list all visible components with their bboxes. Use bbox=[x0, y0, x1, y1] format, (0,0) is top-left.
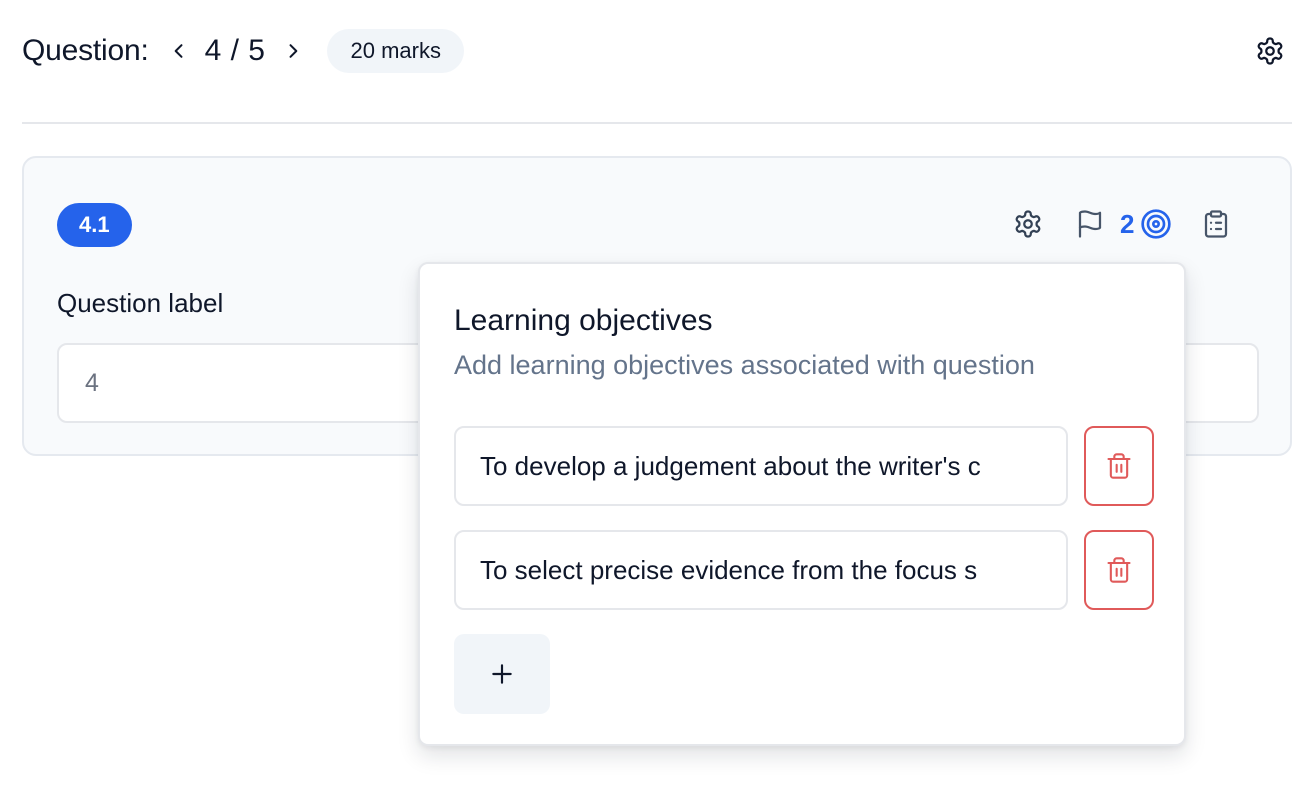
plus-icon bbox=[492, 664, 512, 684]
header-divider bbox=[22, 122, 1292, 124]
learning-objectives-toggle[interactable]: 2 bbox=[1120, 208, 1172, 240]
objective-row bbox=[454, 530, 1154, 610]
question-label-heading: Question label bbox=[57, 288, 224, 318]
learning-objectives-popover: Learning objectives Add learning objecti… bbox=[418, 262, 1186, 746]
objective-input[interactable] bbox=[454, 530, 1068, 610]
objectives-count: 2 bbox=[1120, 208, 1135, 239]
gear-icon bbox=[1257, 37, 1283, 65]
popover-subtitle: Add learning objectives associated with … bbox=[454, 350, 1035, 380]
trash-icon bbox=[1107, 557, 1131, 583]
chevron-left-icon bbox=[174, 44, 183, 58]
trash-icon bbox=[1107, 453, 1131, 479]
add-objective-button[interactable] bbox=[454, 634, 550, 714]
question-part-badge: 4.1 bbox=[57, 203, 132, 247]
delete-objective-button[interactable] bbox=[1084, 426, 1154, 506]
target-icon bbox=[1141, 209, 1172, 239]
objective-input[interactable] bbox=[454, 426, 1068, 506]
clipboard-list-icon bbox=[1205, 210, 1228, 238]
question-header: Question: 4 / 5 20 marks bbox=[22, 22, 1292, 80]
delete-objective-button[interactable] bbox=[1084, 530, 1154, 610]
marks-badge: 20 marks bbox=[327, 29, 464, 73]
question-settings-button[interactable] bbox=[1248, 29, 1292, 73]
question-part-toolbar: 2 bbox=[1002, 198, 1242, 250]
page-title: Question: bbox=[22, 34, 149, 67]
rubric-button[interactable] bbox=[1190, 198, 1242, 250]
next-question-button[interactable] bbox=[273, 31, 313, 71]
flag-icon bbox=[1078, 210, 1102, 238]
objective-row bbox=[454, 426, 1154, 506]
previous-question-button[interactable] bbox=[159, 31, 199, 71]
gear-icon bbox=[1015, 210, 1041, 238]
part-settings-button[interactable] bbox=[1002, 198, 1054, 250]
question-counter: 4 / 5 bbox=[204, 34, 266, 67]
chevron-right-icon bbox=[289, 44, 298, 58]
popover-title: Learning objectives bbox=[454, 304, 713, 337]
flag-button[interactable] bbox=[1064, 198, 1116, 250]
